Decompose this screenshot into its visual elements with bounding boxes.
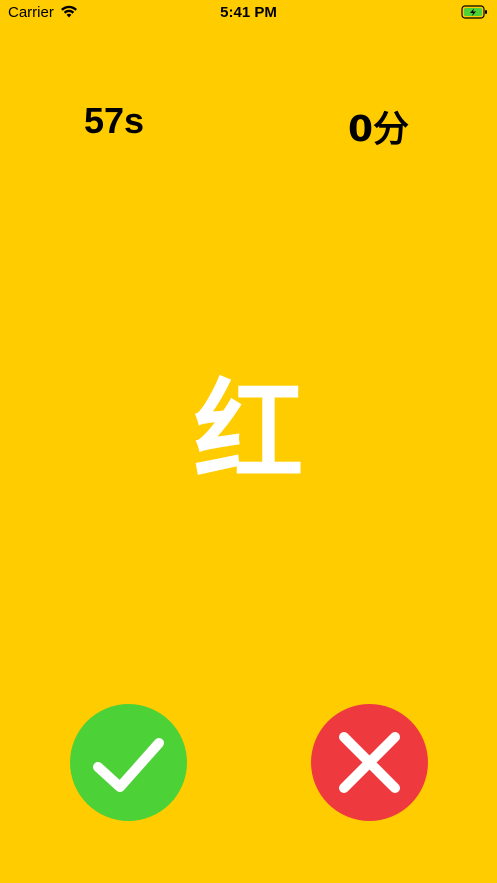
correct-button[interactable] xyxy=(70,704,187,821)
status-bar: Carrier 5:41 PM xyxy=(0,0,497,26)
score-display: 0分 xyxy=(348,109,410,150)
cross-icon xyxy=(339,732,400,793)
color-word: 红 xyxy=(193,368,304,496)
countdown-timer: 57s xyxy=(84,100,145,141)
status-time: 5:41 PM xyxy=(220,4,277,21)
checkmark-icon xyxy=(93,738,164,792)
wrong-button[interactable] xyxy=(311,704,428,821)
battery-charging-icon xyxy=(461,5,487,19)
